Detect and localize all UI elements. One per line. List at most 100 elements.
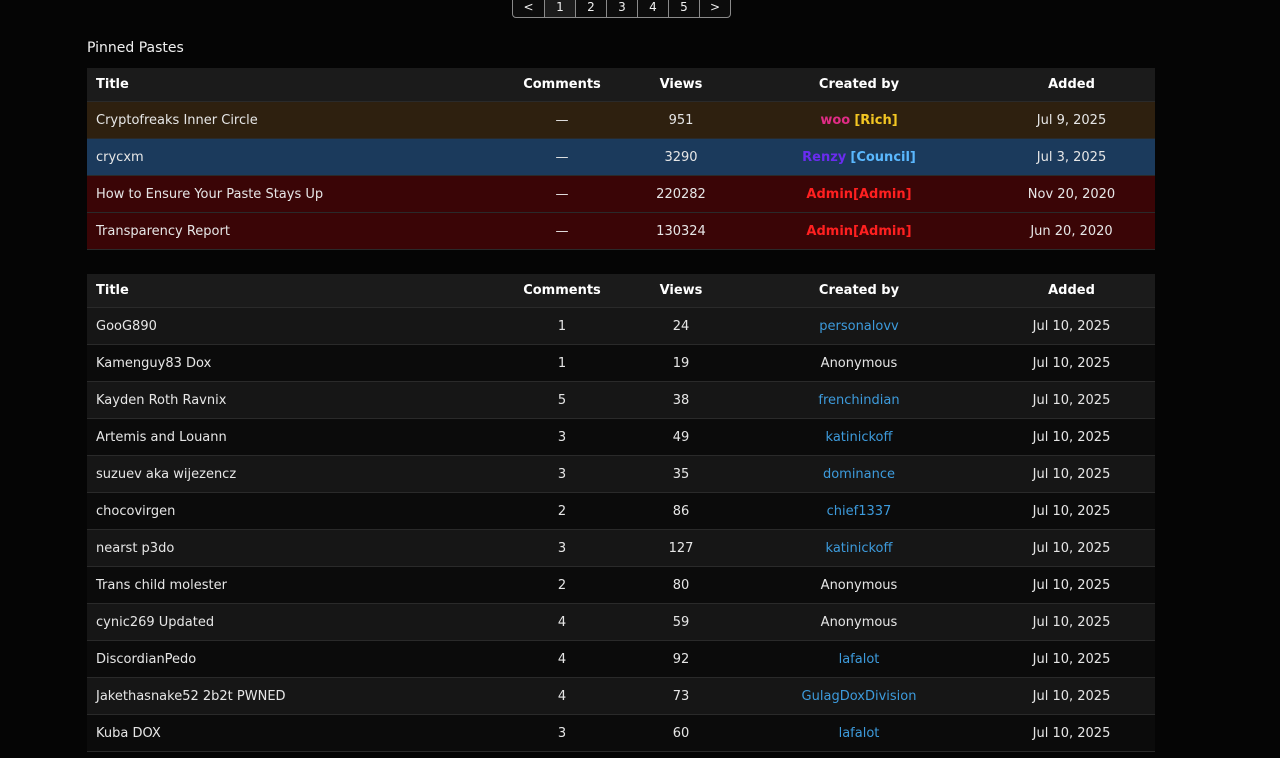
- col-header-created-by[interactable]: Created by: [730, 68, 988, 102]
- pagination-page-3[interactable]: 3: [606, 0, 637, 17]
- pinned-header-row: Title Comments Views Created by Added: [87, 68, 1155, 102]
- table-row[interactable]: Jakethasnake52 2b2t PWNED 4 73 GulagDoxDivi…: [87, 677, 1155, 715]
- paste-title-link[interactable]: How to Ensure Your Paste Stays Up: [87, 175, 492, 213]
- pinned-row[interactable]: Cryptofreaks Inner Circle — 951 woo [Ric…: [87, 101, 1155, 139]
- paste-title-link[interactable]: Jakethasnake52 2b2t PWNED: [87, 677, 492, 715]
- comment-count: 2: [492, 492, 632, 530]
- paste-title-link[interactable]: Artemis and Louann: [87, 418, 492, 456]
- view-count: 38: [632, 381, 730, 419]
- col-header-comments[interactable]: Comments: [492, 68, 632, 102]
- paste-title-link[interactable]: GooG890: [87, 307, 492, 345]
- comment-count: 4: [492, 640, 632, 678]
- paste-title-link[interactable]: Transparency Report: [87, 212, 492, 250]
- user-link[interactable]: katinickoff: [826, 541, 893, 556]
- comment-count: 4: [492, 677, 632, 715]
- paste-title-link[interactable]: DiscordianPedo: [87, 640, 492, 678]
- view-count: 19: [632, 344, 730, 382]
- table-row[interactable]: Artemis and Louann 3 49 katinickoff Jul 10, …: [87, 418, 1155, 456]
- view-count: 24: [632, 307, 730, 345]
- table-row[interactable]: chocovirgen 2 86 chief1337 Jul 10, 2025: [87, 492, 1155, 530]
- table-row[interactable]: GooG890 1 24 personalovv Jul 10, 2025: [87, 307, 1155, 345]
- user-link[interactable]: GulagDoxDivision: [802, 689, 917, 704]
- user-link[interactable]: Admin: [806, 187, 853, 202]
- user-link[interactable]: woo: [820, 113, 850, 128]
- user-link[interactable]: frenchindian: [818, 393, 899, 408]
- table-row[interactable]: nearst p3do 3 127 katinickoff Jul 10, 2025: [87, 529, 1155, 567]
- anonymous-user: Anonymous: [820, 577, 898, 593]
- paste-title-link[interactable]: Cryptofreaks Inner Circle: [87, 101, 492, 139]
- table-row[interactable]: Trans child molester 2 80 Anonymous Jul 10, …: [87, 566, 1155, 604]
- comment-count: 1: [492, 307, 632, 345]
- table-row[interactable]: Kuba DOX 3 60 lafalot Jul 10, 2025: [87, 714, 1155, 752]
- user-link[interactable]: dominance: [823, 467, 895, 482]
- user-link[interactable]: lafalot: [839, 726, 880, 741]
- table-row[interactable]: Kamenguy83 Dox 1 19 Anonymous Jul 10, 2025: [87, 344, 1155, 382]
- user-link[interactable]: lafalot: [839, 652, 880, 667]
- added-date: Jul 3, 2025: [988, 138, 1155, 176]
- created-by: Admin[Admin]: [730, 212, 988, 250]
- pagination: < 1 2 3 4 5 >: [512, 0, 731, 18]
- comment-count: 3: [492, 529, 632, 567]
- pinned-row[interactable]: crycxm — 3290 Renzy [Council] Jul 3, 202…: [87, 138, 1155, 176]
- added-date: Jul 10, 2025: [988, 603, 1155, 641]
- pinned-row[interactable]: Transparency Report — 130324 Admin[Admin…: [87, 212, 1155, 250]
- pagination-page-5[interactable]: 5: [668, 0, 699, 17]
- paste-title-link[interactable]: Kuba DOX: [87, 714, 492, 752]
- created-by: GulagDoxDivision: [730, 677, 988, 715]
- user-link[interactable]: chief1337: [827, 504, 892, 519]
- col-header-comments[interactable]: Comments: [492, 274, 632, 308]
- table-row[interactable]: DiscordianPedo 4 92 lafalot Jul 10, 2025: [87, 640, 1155, 678]
- paste-title-link[interactable]: nearst p3do: [87, 529, 492, 567]
- view-count: 86: [632, 492, 730, 530]
- added-date: Jul 10, 2025: [988, 677, 1155, 715]
- view-count: 59: [632, 603, 730, 641]
- user-rank-badge: [Admin]: [853, 186, 912, 202]
- paste-title-link[interactable]: cynic269 Updated: [87, 603, 492, 641]
- pagination-prev-button[interactable]: <: [513, 0, 544, 17]
- col-header-added[interactable]: Added: [988, 274, 1155, 308]
- comment-count: —: [492, 138, 632, 176]
- pagination-page-2[interactable]: 2: [575, 0, 606, 17]
- table-row[interactable]: Kayden Roth Ravnix 5 38 frenchindian Jul 10,…: [87, 381, 1155, 419]
- pagination-page-4[interactable]: 4: [637, 0, 668, 17]
- added-date: Jul 10, 2025: [988, 455, 1155, 493]
- view-count: 80: [632, 566, 730, 604]
- created-by: katinickoff: [730, 529, 988, 567]
- paste-title-link[interactable]: chocovirgen: [87, 492, 492, 530]
- pinned-row[interactable]: How to Ensure Your Paste Stays Up — 2202…: [87, 175, 1155, 213]
- paste-title-link[interactable]: suzuev aka wijezencz: [87, 455, 492, 493]
- added-date: Nov 20, 2020: [988, 175, 1155, 213]
- comment-count: 2: [492, 566, 632, 604]
- table-row[interactable]: suzuev aka wijezencz 3 35 dominance Jul 10, …: [87, 455, 1155, 493]
- added-date: Jul 9, 2025: [988, 101, 1155, 139]
- view-count: 220282: [632, 175, 730, 213]
- comment-count: —: [492, 101, 632, 139]
- added-date: Jul 10, 2025: [988, 418, 1155, 456]
- col-header-added[interactable]: Added: [988, 68, 1155, 102]
- added-date: Jul 10, 2025: [988, 566, 1155, 604]
- col-header-created-by[interactable]: Created by: [730, 274, 988, 308]
- created-by: Anonymous: [730, 603, 988, 641]
- created-by: chief1337: [730, 492, 988, 530]
- col-header-views[interactable]: Views: [632, 274, 730, 308]
- paste-title-link[interactable]: Trans child molester: [87, 566, 492, 604]
- col-header-title[interactable]: Title: [87, 274, 492, 308]
- view-count: 60: [632, 714, 730, 752]
- created-by: Anonymous: [730, 344, 988, 382]
- created-by: frenchindian: [730, 381, 988, 419]
- col-header-title[interactable]: Title: [87, 68, 492, 102]
- pagination-page-1[interactable]: 1: [544, 0, 575, 17]
- comment-count: 3: [492, 714, 632, 752]
- user-link[interactable]: Admin: [806, 224, 853, 239]
- paste-title-link[interactable]: crycxm: [87, 138, 492, 176]
- user-link[interactable]: Renzy: [802, 150, 846, 165]
- added-date: Jul 10, 2025: [988, 344, 1155, 382]
- user-link[interactable]: katinickoff: [826, 430, 893, 445]
- col-header-views[interactable]: Views: [632, 68, 730, 102]
- user-link[interactable]: personalovv: [819, 319, 898, 334]
- pagination-next-button[interactable]: >: [699, 0, 730, 17]
- table-row[interactable]: cynic269 Updated 4 59 Anonymous Jul 10, 2025: [87, 603, 1155, 641]
- added-date: Jul 10, 2025: [988, 714, 1155, 752]
- paste-title-link[interactable]: Kamenguy83 Dox: [87, 344, 492, 382]
- paste-title-link[interactable]: Kayden Roth Ravnix: [87, 381, 492, 419]
